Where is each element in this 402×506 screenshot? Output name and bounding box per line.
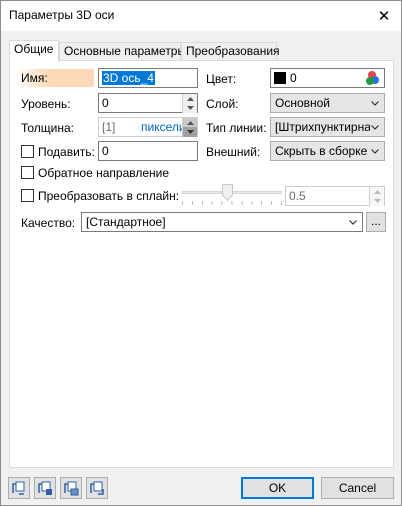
- tab-panel: Имя: 3D ось_4 Уровень: 0 Толщина: [1] пи…: [9, 60, 394, 468]
- chevron-down-icon: [349, 219, 357, 225]
- chevron-down-icon: [371, 148, 379, 154]
- arrow-down-icon: [373, 199, 381, 203]
- external-value: Скрыть в сборке: [275, 144, 368, 158]
- linetype-label: Тип линии:: [206, 121, 267, 135]
- close-button[interactable]: ✕: [367, 1, 401, 31]
- raise-input[interactable]: 0: [98, 141, 198, 161]
- color-value: 0: [290, 71, 297, 85]
- copy-params-button[interactable]: [8, 477, 30, 499]
- paste-params-button[interactable]: [34, 477, 56, 499]
- external-select[interactable]: Скрыть в сборке: [270, 141, 385, 161]
- load-params-button[interactable]: [86, 477, 108, 499]
- thickness-label: Толщина:: [21, 121, 75, 135]
- level-label: Уровень:: [21, 97, 71, 111]
- raise-value: 0: [102, 144, 109, 158]
- external-label: Внешний:: [206, 145, 261, 159]
- chevron-down-icon: [371, 100, 379, 106]
- arrow-up-icon: [186, 121, 194, 125]
- spline-slider-thumb[interactable]: [222, 184, 233, 202]
- level-spin-down[interactable]: [182, 103, 197, 113]
- window-title: Параметры 3D оси: [9, 8, 115, 22]
- thickness-unit: пиксели: [141, 120, 186, 134]
- linetype-select[interactable]: [Штрихпунктирная: [270, 117, 385, 137]
- tab-main-params[interactable]: Основные параметры: [59, 42, 186, 61]
- thickness-value: [1]: [102, 120, 116, 134]
- name-input[interactable]: 3D ось_4: [98, 68, 198, 88]
- slider-thumb-icon: [222, 184, 233, 202]
- arrow-up-icon: [186, 97, 194, 101]
- ok-button[interactable]: OK: [241, 477, 314, 499]
- raise-checkbox[interactable]: [21, 145, 34, 158]
- color-label: Цвет:: [206, 72, 237, 86]
- paste-params-icon: [38, 481, 52, 495]
- arrow-down-icon: [186, 130, 194, 134]
- spline-slider-ticks: [182, 201, 282, 205]
- spline-checkbox[interactable]: [21, 189, 34, 202]
- chevron-down-icon: [371, 124, 379, 130]
- color-picker[interactable]: 0: [270, 68, 385, 88]
- close-icon: ✕: [377, 8, 391, 25]
- quality-more-button[interactable]: ...: [366, 212, 386, 232]
- spline-label: Преобразовать в сплайн:: [38, 189, 180, 203]
- arrow-down-icon: [186, 106, 194, 110]
- spline-value: 0.5: [289, 189, 306, 203]
- layer-select[interactable]: Основной: [270, 93, 385, 113]
- layer-label: Слой:: [206, 97, 239, 111]
- tab-transformations[interactable]: Преобразования: [181, 42, 280, 61]
- layer-value: Основной: [275, 96, 331, 110]
- title-bar: Параметры 3D оси ✕: [1, 1, 401, 31]
- raise-label: Подавить:: [38, 145, 95, 159]
- level-value: 0: [102, 96, 109, 110]
- name-value: 3D ось_4: [102, 71, 155, 85]
- color-swatch: [274, 72, 286, 84]
- tab-general[interactable]: Общие: [9, 40, 59, 62]
- save-params-icon: [64, 481, 79, 496]
- quality-value: [Стандартное]: [86, 215, 166, 229]
- copy-params-icon: [12, 481, 25, 495]
- arrow-up-icon: [373, 190, 381, 194]
- thickness-spin-down[interactable]: [182, 127, 197, 137]
- reverse-direction-checkbox[interactable]: [21, 166, 34, 179]
- cancel-button[interactable]: Cancel: [321, 477, 394, 499]
- color-palette-icon: [366, 71, 379, 85]
- name-label: Имя:: [14, 69, 94, 87]
- reverse-direction-label: Обратное направление: [38, 166, 170, 180]
- spline-spin-down[interactable]: [369, 196, 384, 206]
- load-params-icon: [90, 481, 104, 495]
- dialog-window: Параметры 3D оси ✕ Общие Основные параме…: [0, 0, 402, 506]
- save-params-button[interactable]: [60, 477, 82, 499]
- linetype-value: [Штрихпунктирная: [275, 120, 378, 134]
- quality-label: Качество:: [21, 216, 76, 230]
- quality-select[interactable]: [Стандартное]: [81, 212, 363, 232]
